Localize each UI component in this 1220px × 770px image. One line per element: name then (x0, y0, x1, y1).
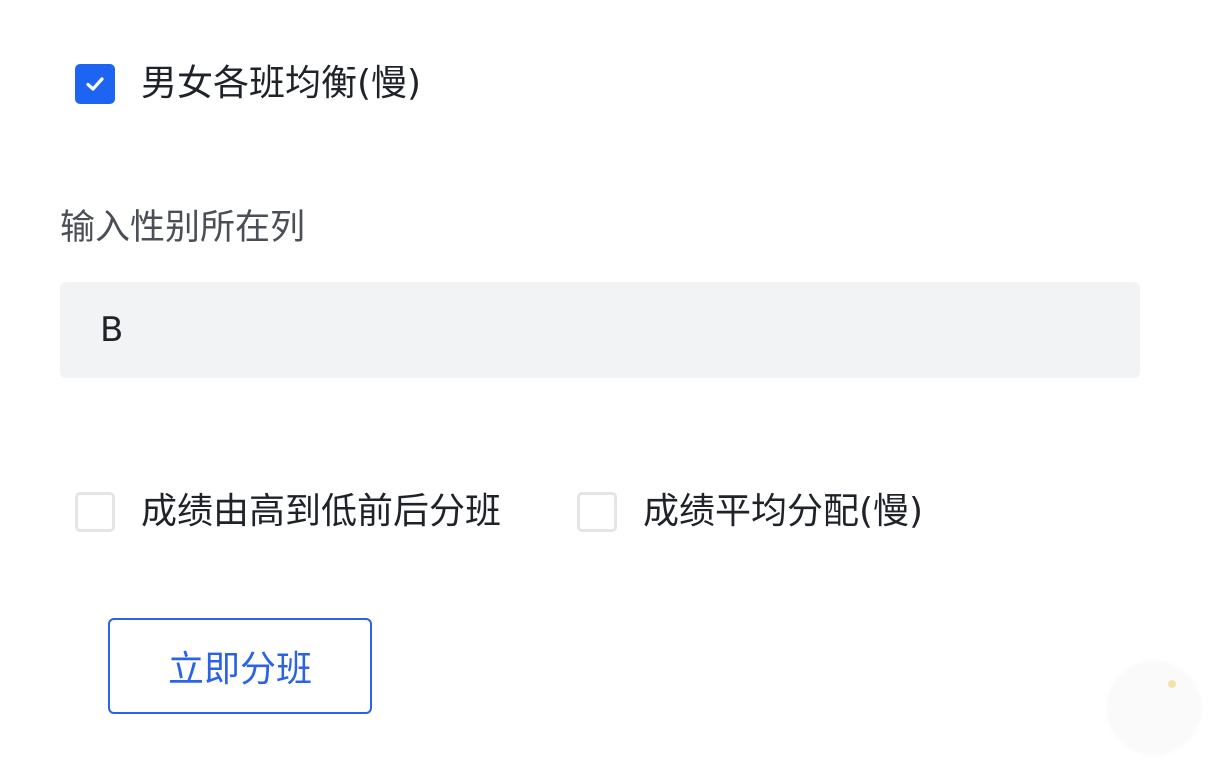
gender-column-input[interactable] (60, 282, 1140, 378)
score-average-label: 成绩平均分配(慢) (643, 491, 924, 532)
check-icon (86, 77, 104, 91)
score-order-label: 成绩由高到低前后分班 (141, 491, 502, 532)
gender-column-label: 输入性别所在列 (60, 208, 306, 248)
floating-assistant-widget[interactable] (1108, 662, 1200, 754)
score-order-checkbox[interactable] (75, 492, 115, 532)
score-average-option[interactable]: 成绩平均分配(慢) (577, 490, 923, 534)
start-assignment-button[interactable]: 立即分班 (108, 618, 372, 714)
notification-dot (1168, 680, 1176, 688)
score-average-checkbox[interactable] (577, 492, 617, 532)
score-order-option[interactable]: 成绩由高到低前后分班 (75, 490, 501, 534)
gender-balance-checkbox[interactable] (75, 64, 115, 104)
gender-balance-label: 男女各班均衡(慢) (141, 63, 422, 104)
class-assignment-panel: 男女各班均衡(慢) 输入性别所在列 成绩由高到低前后分班 成绩平均分配(慢) 立… (0, 0, 1220, 770)
gender-balance-option[interactable]: 男女各班均衡(慢) (75, 62, 421, 106)
